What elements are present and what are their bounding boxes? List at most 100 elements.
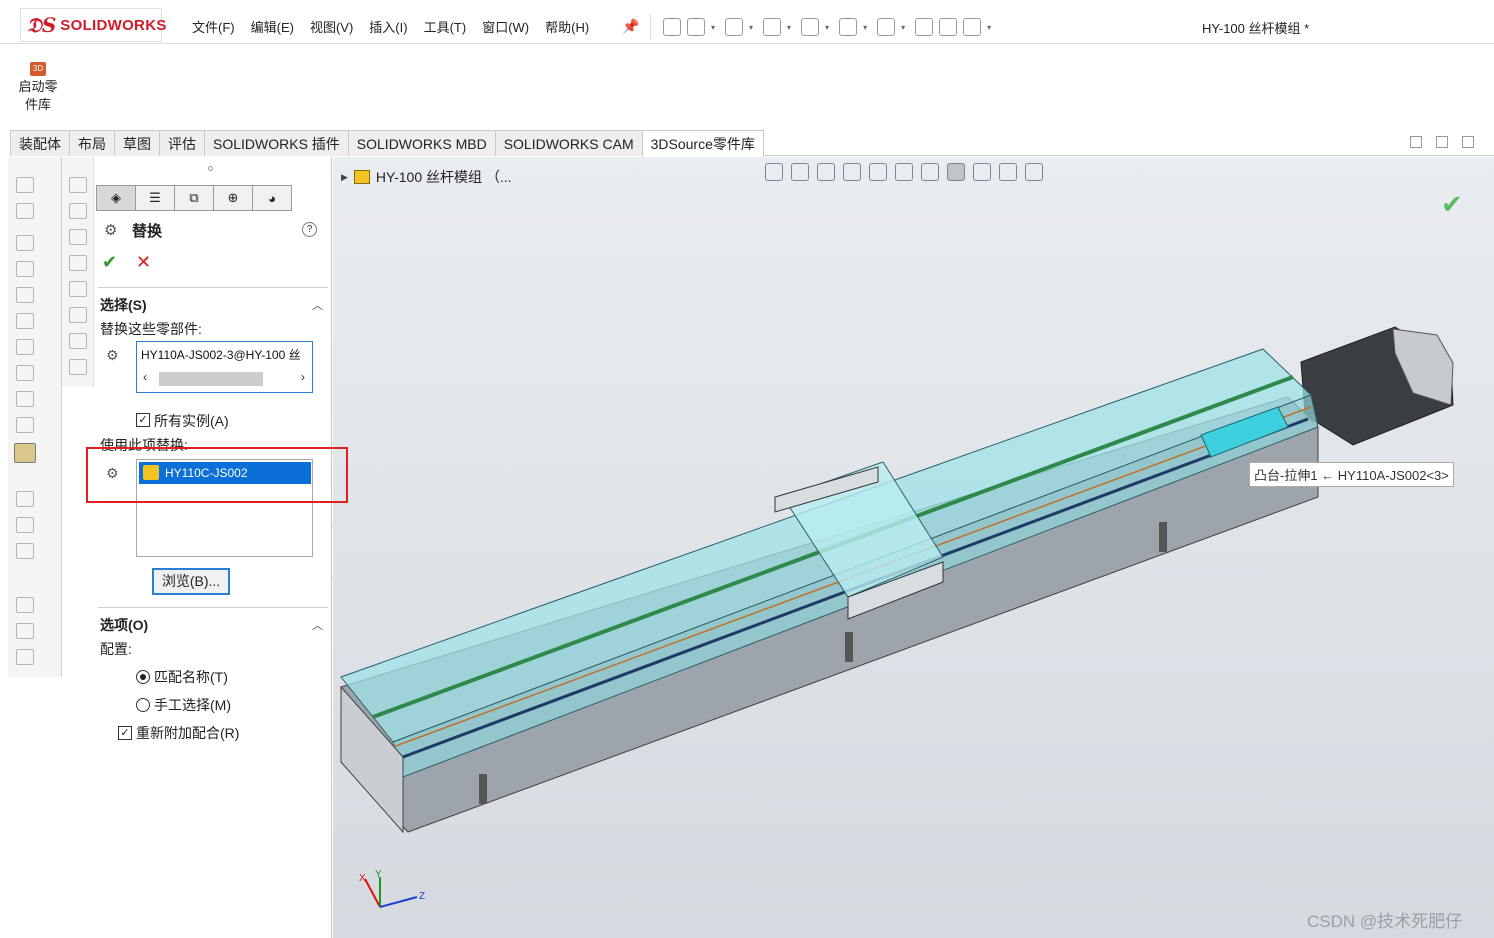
list-item[interactable]: HY110A-JS002-3@HY-100 丝	[141, 346, 309, 363]
balloon-icon[interactable]	[69, 255, 87, 271]
divider	[98, 607, 328, 608]
instant3d-icon[interactable]	[16, 597, 34, 613]
axis-z-label: Z	[419, 891, 425, 902]
match-name-label: 匹配名称(T)	[154, 669, 228, 685]
scroll-right-icon[interactable]: ›	[301, 370, 305, 384]
new-motion-study-icon[interactable]	[16, 391, 34, 407]
reattach-mates-checkbox[interactable]: ✓	[118, 726, 132, 740]
start-part-library-label-2: 件库	[24, 97, 51, 112]
speedpak-icon[interactable]	[16, 623, 34, 639]
chevron-up-icon[interactable]: ︿	[312, 617, 323, 633]
rebuild-icon[interactable]	[915, 18, 934, 36]
cancel-x-icon[interactable]: ✕	[136, 252, 151, 273]
home-icon[interactable]	[663, 18, 681, 36]
menu-insert[interactable]: 插入(I)	[369, 17, 407, 36]
menu-edit[interactable]: 编辑(E)	[251, 17, 294, 36]
property-manager-tab-icon[interactable]: ☰	[135, 185, 175, 211]
tab-evaluate[interactable]: 评估	[159, 130, 205, 156]
tab-layout[interactable]: 布局	[69, 130, 115, 156]
select-pointer-icon[interactable]	[877, 18, 896, 36]
command-ribbon: 3D 启动零 件库	[0, 44, 1494, 128]
file-properties-icon[interactable]	[939, 18, 958, 36]
exploded-view-icon[interactable]	[16, 491, 34, 507]
mate-icon[interactable]	[16, 203, 34, 219]
tab-assembly[interactable]: 装配体	[10, 130, 70, 156]
graphics-area[interactable]: ▶ HY-100 丝杆模组 （... ✔ 凸台-拉伸1 ← HY110A-JS0…	[333, 157, 1494, 938]
collapse-left-icon[interactable]	[1410, 136, 1422, 148]
scroll-left-icon[interactable]: ‹	[143, 370, 147, 384]
take-snapshot-icon[interactable]	[16, 649, 34, 665]
display-manager-tab-icon[interactable]: ◕	[252, 185, 292, 211]
linear-module-model	[340, 326, 1454, 834]
show-hidden-icon[interactable]	[16, 313, 34, 329]
scroll-thumb[interactable]	[159, 372, 263, 386]
text-annotation-icon[interactable]	[69, 177, 87, 193]
left-vertical-toolbar	[8, 157, 62, 677]
undo-icon[interactable]	[839, 18, 858, 36]
bill-of-materials-icon[interactable]	[16, 417, 34, 433]
save-icon[interactable]	[763, 18, 782, 36]
minimize-ribbon-icon[interactable]	[1462, 136, 1474, 148]
replace-components-list[interactable]: HY110A-JS002-3@HY-100 丝 ‹ ›	[136, 341, 313, 393]
menu-window[interactable]: 窗口(W)	[482, 17, 529, 36]
browse-button[interactable]: 浏览(B)...	[152, 568, 230, 595]
help-icon[interactable]: ?	[302, 222, 317, 237]
selection-tooltip: 凸台-拉伸1 ← HY110A-JS002<3>	[1249, 462, 1454, 487]
pin-icon[interactable]: 📌	[622, 18, 639, 35]
ok-check-icon[interactable]: ✔	[102, 252, 117, 273]
mount-foot	[1159, 522, 1167, 552]
menu-help[interactable]: 帮助(H)	[545, 17, 589, 36]
tab-3dsource-library[interactable]: 3DSource零件库	[641, 130, 764, 157]
section-selection-title[interactable]: 选择(S)	[100, 295, 147, 315]
smart-fasteners-icon[interactable]	[16, 261, 34, 277]
mount-foot	[479, 774, 487, 804]
section-options-title[interactable]: 选项(O)	[100, 615, 148, 635]
chevron-up-icon[interactable]: ︿	[312, 297, 323, 313]
tab-solidworks-addins[interactable]: SOLIDWORKS 插件	[204, 130, 349, 156]
axis-x-label: X	[359, 873, 366, 884]
tab-solidworks-mbd[interactable]: SOLIDWORKS MBD	[347, 130, 496, 156]
manual-select-radio[interactable]	[136, 698, 150, 712]
match-name-radio[interactable]	[136, 670, 150, 684]
divider	[98, 287, 328, 288]
print-icon[interactable]	[801, 18, 820, 36]
tab-solidworks-cam[interactable]: SOLIDWORKS CAM	[494, 130, 643, 156]
move-component-icon[interactable]	[16, 287, 34, 303]
explode-line-sketch-icon[interactable]	[16, 517, 34, 533]
start-part-library-button[interactable]: 3D 启动零 件库	[14, 62, 62, 114]
insert-component-icon[interactable]	[16, 177, 34, 193]
replace-components-icon[interactable]	[14, 443, 36, 463]
auto-balloon-icon[interactable]	[69, 281, 87, 297]
solidworks-logo[interactable]: 𝔇S SOLIDWORKS	[20, 8, 166, 42]
ds-logo-icon: 𝔇S	[27, 13, 57, 37]
panel-grip-icon[interactable]	[208, 166, 213, 171]
datum-feature-icon[interactable]	[69, 359, 87, 375]
note-icon[interactable]	[69, 229, 87, 245]
menu-file[interactable]: 文件(F)	[192, 17, 235, 36]
component-pattern-icon[interactable]	[16, 235, 34, 251]
new-document-icon[interactable]	[687, 18, 705, 36]
horizontal-scrollbar[interactable]: ‹ ›	[141, 370, 309, 388]
open-folder-icon[interactable]	[725, 18, 744, 36]
highlight-annotation-box	[86, 447, 348, 503]
component-selection-icon: ⚙	[106, 347, 119, 363]
document-title: HY-100 丝杆模组 *	[1202, 21, 1310, 36]
tab-sketch[interactable]: 草图	[114, 130, 160, 156]
dimxpert-manager-tab-icon[interactable]: ⊕	[213, 185, 253, 211]
options-gear-icon[interactable]	[963, 18, 982, 36]
collapse-right-icon[interactable]	[1436, 136, 1448, 148]
menu-tools[interactable]: 工具(T)	[424, 17, 467, 36]
configuration-manager-tab-icon[interactable]: ⧉	[174, 185, 214, 211]
edit-annotation-icon[interactable]	[69, 203, 87, 219]
reference-geometry-icon[interactable]	[16, 365, 34, 381]
all-instances-checkbox[interactable]: ✓	[136, 413, 150, 427]
brand-name: SOLIDWORKS	[60, 16, 167, 34]
axis-y-label: Y	[375, 869, 382, 880]
surface-finish-icon[interactable]	[69, 307, 87, 323]
assembly-features-icon[interactable]	[16, 339, 34, 355]
menu-view[interactable]: 视图(V)	[310, 17, 353, 36]
weld-symbol-icon[interactable]	[69, 333, 87, 349]
watermark-text: CSDN @技术死肥仔	[1307, 912, 1463, 931]
feature-manager-tab-icon[interactable]: ◈	[96, 185, 136, 211]
interference-detection-icon[interactable]	[16, 543, 34, 559]
